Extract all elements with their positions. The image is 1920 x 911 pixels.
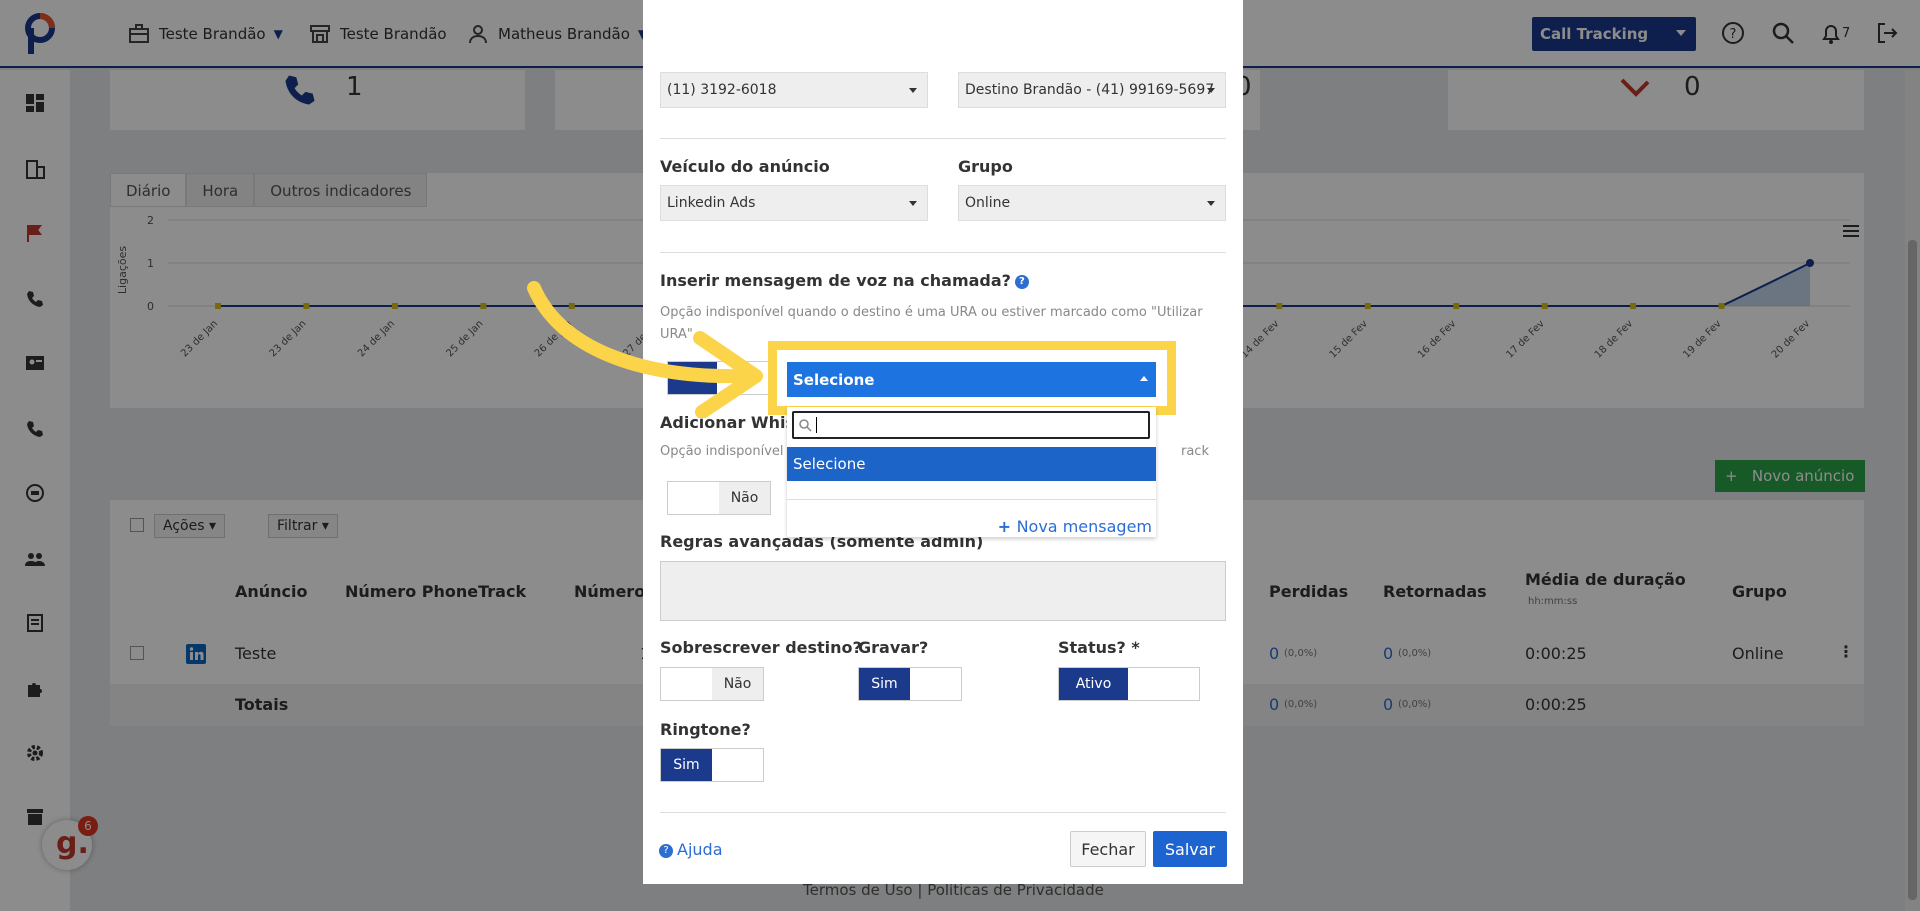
- origin-number-select[interactable]: (11) 3192-6018: [660, 72, 928, 108]
- whisper-no: Não: [719, 482, 770, 514]
- question-icon[interactable]: ?: [1014, 274, 1029, 289]
- overwrite-label: Sobrescrever destino?: [660, 638, 862, 657]
- record-yes: Sim: [859, 668, 910, 700]
- overwrite-toggle[interactable]: Não: [660, 667, 764, 701]
- save-button[interactable]: Salvar: [1153, 831, 1227, 867]
- status-label: Status? *: [1058, 638, 1140, 657]
- vehicle-label: Veículo do anúncio: [660, 157, 830, 176]
- ringtone-yes: Sim: [661, 749, 712, 781]
- caret-up-icon: [1140, 376, 1148, 381]
- divider: [660, 138, 1226, 139]
- question-icon: ?: [659, 843, 673, 858]
- help-link[interactable]: ? Ajuda: [659, 840, 723, 859]
- voice-message-select[interactable]: Selecione: [787, 362, 1156, 397]
- ringtone-toggle[interactable]: Sim: [660, 748, 764, 782]
- divider: [660, 252, 1226, 253]
- ringtone-label: Ringtone?: [660, 720, 751, 739]
- new-message-label: Nova mensagem: [1016, 517, 1152, 536]
- new-message-link[interactable]: + Nova mensagem: [998, 517, 1152, 536]
- text-cursor: [816, 417, 817, 433]
- toggle-on-part: [668, 482, 719, 514]
- toggle-off-part: [712, 749, 763, 781]
- status-toggle[interactable]: Ativo: [1058, 667, 1200, 701]
- record-label: Gravar?: [858, 638, 929, 657]
- voice-message-select-value: Selecione: [793, 371, 875, 389]
- advanced-rules-textarea[interactable]: [660, 561, 1226, 621]
- divider: [660, 812, 1226, 813]
- vehicle-value: Linkedin Ads: [667, 195, 756, 211]
- vehicle-select[interactable]: Linkedin Ads: [660, 185, 928, 221]
- toggle-on-part: [661, 668, 712, 700]
- group-select[interactable]: Online: [958, 185, 1226, 221]
- overwrite-no: Não: [712, 668, 763, 700]
- close-button[interactable]: Fechar: [1070, 831, 1146, 867]
- destination-value: Destino Brandão - (41) 99169-5697: [965, 82, 1215, 98]
- group-value: Online: [965, 195, 1011, 211]
- origin-number-value: (11) 3192-6018: [667, 82, 777, 98]
- destination-select[interactable]: Destino Brandão - (41) 99169-5697: [958, 72, 1226, 108]
- caret-down-icon: [1207, 88, 1215, 93]
- help-label: Ajuda: [677, 840, 723, 859]
- toggle-off-part: [910, 668, 961, 700]
- search-icon: [799, 419, 812, 432]
- toggle-off-part: [1128, 668, 1199, 700]
- caret-down-icon: [909, 201, 917, 206]
- group-label: Grupo: [958, 157, 1013, 176]
- plus-icon: +: [997, 517, 1017, 536]
- whisper-help-end: rack: [1181, 444, 1209, 459]
- whisper-help: Opção indisponível: [660, 444, 784, 459]
- record-toggle[interactable]: Sim: [858, 667, 962, 701]
- whisper-toggle[interactable]: Não: [667, 481, 771, 515]
- divider: [787, 499, 1156, 500]
- dropdown-search-input[interactable]: [792, 411, 1150, 439]
- status-active: Ativo: [1059, 668, 1129, 700]
- dropdown-option[interactable]: Selecione: [787, 447, 1156, 481]
- caret-down-icon: [1207, 201, 1215, 206]
- caret-down-icon: [909, 88, 917, 93]
- annotation-arrow-icon: [527, 281, 763, 418]
- voice-message-dropdown: Selecione + Nova mensagem: [787, 407, 1156, 537]
